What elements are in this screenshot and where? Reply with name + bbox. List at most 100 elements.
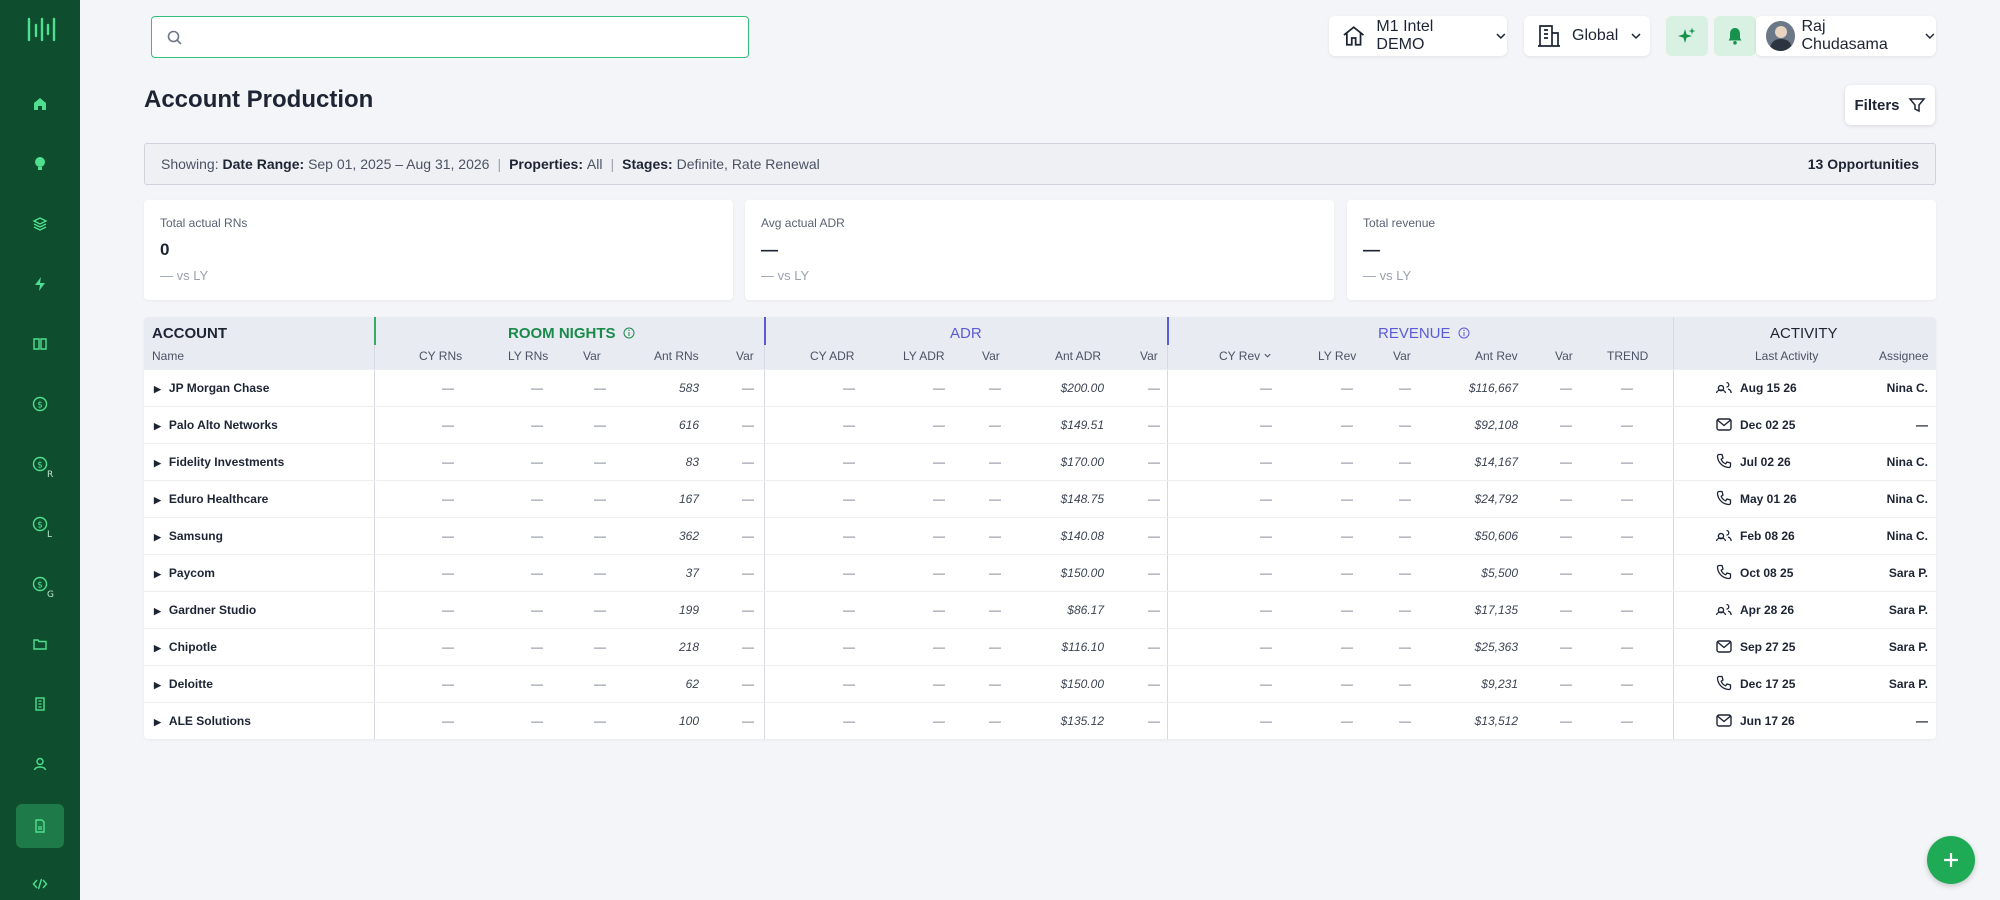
col-var[interactable]: Var [1393, 349, 1411, 363]
cell-empty: — [1260, 640, 1272, 654]
kpi-total-revenue: Total revenue — — vs LY [1347, 200, 1936, 300]
expand-caret-icon[interactable]: ▶ [154, 495, 161, 505]
col-cy-adr[interactable]: CY ADR [810, 349, 854, 363]
expand-caret-icon[interactable]: ▶ [154, 606, 161, 616]
cell-empty: — [531, 455, 543, 469]
expand-caret-icon[interactable]: ▶ [154, 458, 161, 468]
kpi-value: — [761, 240, 778, 259]
add-button[interactable] [1927, 836, 1975, 884]
sidebar-sub-g: G [47, 590, 54, 600]
account-name-text: Palo Alto Networks [168, 418, 278, 432]
table-row[interactable]: ▶ ALE Solutions — — —100— — — — $135.12— — — — $13,5… [144, 702, 1936, 739]
col-last-activity[interactable]: Last Activity [1755, 349, 1818, 363]
cell-empty: — [442, 455, 454, 469]
table-row[interactable]: ▶ Samsung — — —362— — — — $140.08— — — — $50,606— — Fe… [144, 517, 1936, 554]
table-row[interactable]: ▶ Paycom — — —37— — — — $150.00— — — — $5,500— — Oct 0… [144, 554, 1936, 591]
account-name[interactable]: ▶ Gardner Studio [154, 603, 256, 617]
account-name[interactable]: ▶ Deloitte [154, 677, 213, 691]
cell-empty: — [531, 381, 543, 395]
sidebar-item-home[interactable] [16, 82, 64, 126]
col-var[interactable]: Var [1140, 349, 1158, 363]
account-name[interactable]: ▶ Fidelity Investments [154, 455, 284, 469]
col-cy-rev-label: CY Rev [1219, 349, 1261, 363]
cell-empty: — [1560, 640, 1572, 654]
expand-caret-icon[interactable]: ▶ [154, 421, 161, 431]
account-name[interactable]: ▶ JP Morgan Chase [154, 381, 269, 395]
account-name[interactable]: ▶ ALE Solutions [154, 714, 251, 728]
kpi-label: Total revenue [1363, 216, 1436, 230]
expand-caret-icon[interactable]: ▶ [154, 532, 161, 542]
account-name[interactable]: ▶ Eduro Healthcare [154, 492, 268, 506]
col-ly-rev[interactable]: LY Rev [1318, 349, 1356, 363]
col-ant-adr[interactable]: Ant ADR [1055, 349, 1101, 363]
sidebar-item-code[interactable] [16, 862, 64, 900]
scope-selector[interactable]: Global [1524, 16, 1650, 56]
cell-empty: — [442, 714, 454, 728]
sidebar-item-folder[interactable] [16, 622, 64, 666]
table-row[interactable]: ▶ Deloitte — — —62— — — — $150.00— — — — $9,231— — Dec… [144, 665, 1936, 702]
col-var[interactable]: Var [736, 349, 754, 363]
account-name-text: Gardner Studio [168, 603, 257, 617]
cell-empty: — [1148, 492, 1160, 506]
sidebar-item-revenue-l[interactable]: $ [16, 502, 64, 546]
col-trend[interactable]: TREND [1607, 349, 1648, 363]
sidebar-item-activity[interactable] [16, 262, 64, 306]
cell-empty: — [531, 603, 543, 617]
account-name[interactable]: ▶ Samsung [154, 529, 223, 543]
assignee: Sara P. [1888, 677, 1928, 691]
account-name[interactable]: ▶ Chipotle [154, 640, 217, 654]
col-var[interactable]: Var [1555, 349, 1573, 363]
col-var[interactable]: Var [982, 349, 1000, 363]
table-row[interactable]: ▶ Chipotle — — —218— — — — $116.10— — — — $25,363— — S… [144, 628, 1936, 665]
notifications-button[interactable] [1714, 16, 1756, 56]
table-row[interactable]: ▶ Gardner Studio — — —199— — — — $86.17— — — — $17,1… [144, 591, 1936, 628]
cell-empty: — [531, 640, 543, 654]
table-row[interactable]: ▶ Palo Alto Networks — — —616— — — — $149.51— — — —… [144, 406, 1936, 443]
col-cy-rns[interactable]: CY RNs [419, 349, 462, 363]
org-selector[interactable]: M1 Intel DEMO [1329, 16, 1507, 56]
table-row[interactable]: ▶ Eduro Healthcare — — —167— — — — $148.75— — — — $2… [144, 480, 1936, 517]
filters-button[interactable]: Filters [1845, 85, 1935, 125]
col-assignee[interactable]: Assignee [1879, 349, 1928, 363]
info-icon[interactable] [623, 327, 635, 339]
table-row[interactable]: ▶ JP Morgan Chase — — —583— — — — $200.00— — — — $11… [144, 369, 1936, 406]
col-ly-adr[interactable]: LY ADR [903, 349, 945, 363]
brand-logo[interactable] [26, 14, 56, 44]
sidebar-item-book[interactable] [16, 322, 64, 366]
col-ant-rev[interactable]: Ant Rev [1475, 349, 1518, 363]
expand-caret-icon[interactable]: ▶ [154, 384, 161, 394]
sidebar-item-properties[interactable] [16, 682, 64, 726]
search-input[interactable] [194, 25, 734, 49]
user-menu[interactable]: Raj Chudasama [1756, 16, 1936, 56]
cell-empty: — [1148, 640, 1160, 654]
sidebar-item-revenue[interactable]: $ [16, 382, 64, 426]
col-name[interactable]: Name [152, 349, 184, 363]
sidebar-item-reports[interactable] [16, 804, 64, 848]
sidebar-item-layers[interactable] [16, 202, 64, 246]
search-box[interactable] [151, 16, 749, 58]
cell-empty: — [742, 529, 754, 543]
cell-empty: — [1148, 603, 1160, 617]
expand-caret-icon[interactable]: ▶ [154, 680, 161, 690]
account-name-text: Chipotle [168, 640, 217, 654]
info-icon[interactable] [1458, 327, 1470, 339]
col-var[interactable]: Var [583, 349, 601, 363]
sidebar-item-users[interactable] [16, 742, 64, 786]
col-ant-rns[interactable]: Ant RNs [654, 349, 699, 363]
ai-assistant-button[interactable] [1666, 16, 1708, 56]
table-row[interactable]: ▶ Fidelity Investments — — —83— — — — $170.00— — —… [144, 443, 1936, 480]
page-title: Account Production [144, 86, 374, 113]
sidebar-item-revenue-g[interactable]: $ [16, 562, 64, 606]
expand-caret-icon[interactable]: ▶ [154, 717, 161, 727]
lightbulb-icon [35, 157, 45, 170]
expand-caret-icon[interactable]: ▶ [154, 643, 161, 653]
col-cy-rev[interactable]: CY Rev [1219, 349, 1272, 363]
properties-label: Properties: [509, 156, 584, 172]
sidebar-item-insights[interactable] [16, 142, 64, 186]
sidebar-item-revenue-r[interactable]: $ [16, 442, 64, 486]
account-name[interactable]: ▶ Paycom [154, 566, 215, 580]
account-name[interactable]: ▶ Palo Alto Networks [154, 418, 278, 432]
expand-caret-icon[interactable]: ▶ [154, 569, 161, 579]
cell-empty: — [843, 603, 855, 617]
col-ly-rns[interactable]: LY RNs [508, 349, 548, 363]
